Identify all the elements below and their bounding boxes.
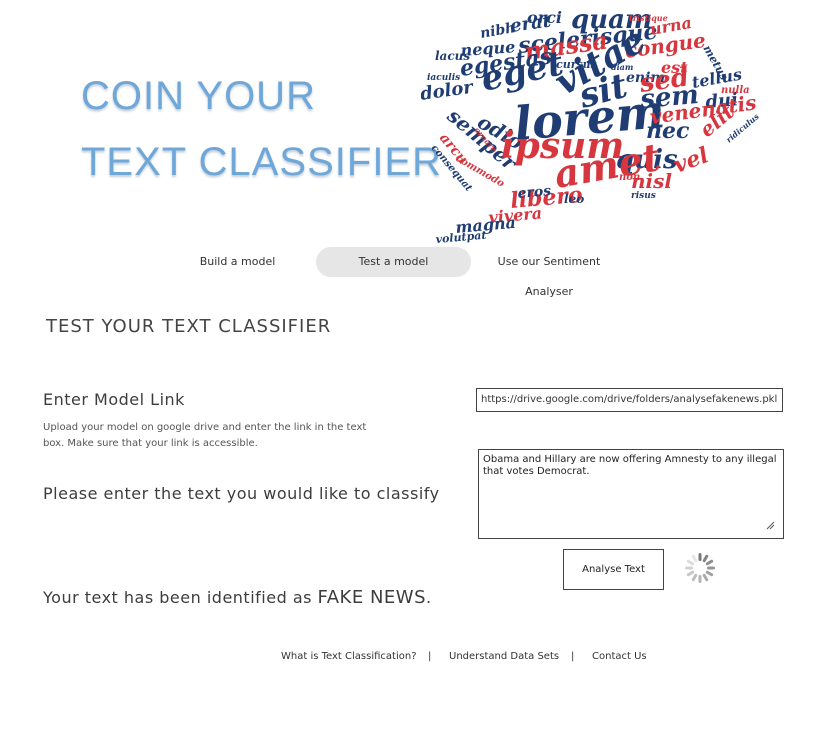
loading-spinner-icon — [685, 553, 715, 583]
header-banner: COIN YOUR TEXT CLASSIFIER orci quam tristi… — [53, 8, 760, 246]
page-title: TEST YOUR TEXT CLASSIFIER — [46, 316, 332, 337]
classification-result: Your text has been identified as FAKE NE… — [43, 587, 432, 608]
word-cloud-word: risus — [631, 191, 656, 201]
word-cloud-word: volutpat — [435, 229, 487, 246]
word-cloud-image: orci quamtristiquenibheratscelerisqueurna… — [421, 8, 760, 246]
word-cloud-word: leo — [564, 192, 584, 206]
footer-link-contact-us[interactable]: Contact Us — [592, 651, 647, 662]
footer-link-what-is-classification[interactable]: What is Text Classification? — [281, 651, 417, 662]
model-link-help-text: Upload your model on google drive and en… — [43, 422, 367, 449]
text-input-label: Please enter the text you would like to … — [43, 484, 440, 503]
word-cloud-word: non — [619, 172, 640, 183]
nav-test-model[interactable]: Test a model — [316, 247, 471, 277]
spinner-tick — [686, 570, 695, 577]
result-prefix: Your text has been identified as — [43, 588, 312, 607]
spinner-tick — [686, 559, 695, 566]
nav-build-model[interactable]: Build a model — [185, 247, 290, 277]
spinner-tick — [698, 575, 702, 583]
result-verdict: FAKE NEWS — [317, 587, 427, 608]
spinner-tick — [685, 566, 693, 570]
footer: What is Text Classification? | Understan… — [0, 651, 834, 667]
main-nav: Build a model Test a model Use our Senti… — [0, 247, 834, 298]
spinner-tick — [707, 566, 715, 570]
footer-link-data-sets[interactable]: Understand Data Sets — [449, 651, 559, 662]
analyse-text-button[interactable]: Analyse Text — [563, 549, 664, 590]
spinner-tick — [691, 573, 698, 582]
spinner-tick — [705, 559, 714, 566]
footer-separator: | — [571, 651, 575, 662]
word-cloud-word: eros — [517, 183, 552, 202]
nav-sentiment-analyser[interactable]: Use our Sentiment Analyser — [474, 247, 624, 298]
banner-title-line1: COIN YOUR — [81, 74, 316, 118]
banner-title-line2: TEXT CLASSIFIER — [81, 140, 443, 184]
model-link-input[interactable]: https://drive.google.com/drive/folders/a… — [476, 388, 783, 412]
resize-grip-icon[interactable] — [765, 520, 775, 530]
spinner-tick — [691, 554, 698, 563]
text-to-classify-textarea[interactable]: Obama and Hillary are now offering Amnes… — [478, 449, 784, 539]
spinner-tick — [705, 570, 714, 577]
spinner-tick — [702, 573, 709, 582]
model-link-label: Enter Model Link — [43, 390, 185, 409]
footer-separator: | — [428, 651, 432, 662]
spinner-tick — [698, 553, 702, 561]
spinner-tick — [702, 554, 709, 563]
result-suffix: . — [426, 588, 432, 607]
